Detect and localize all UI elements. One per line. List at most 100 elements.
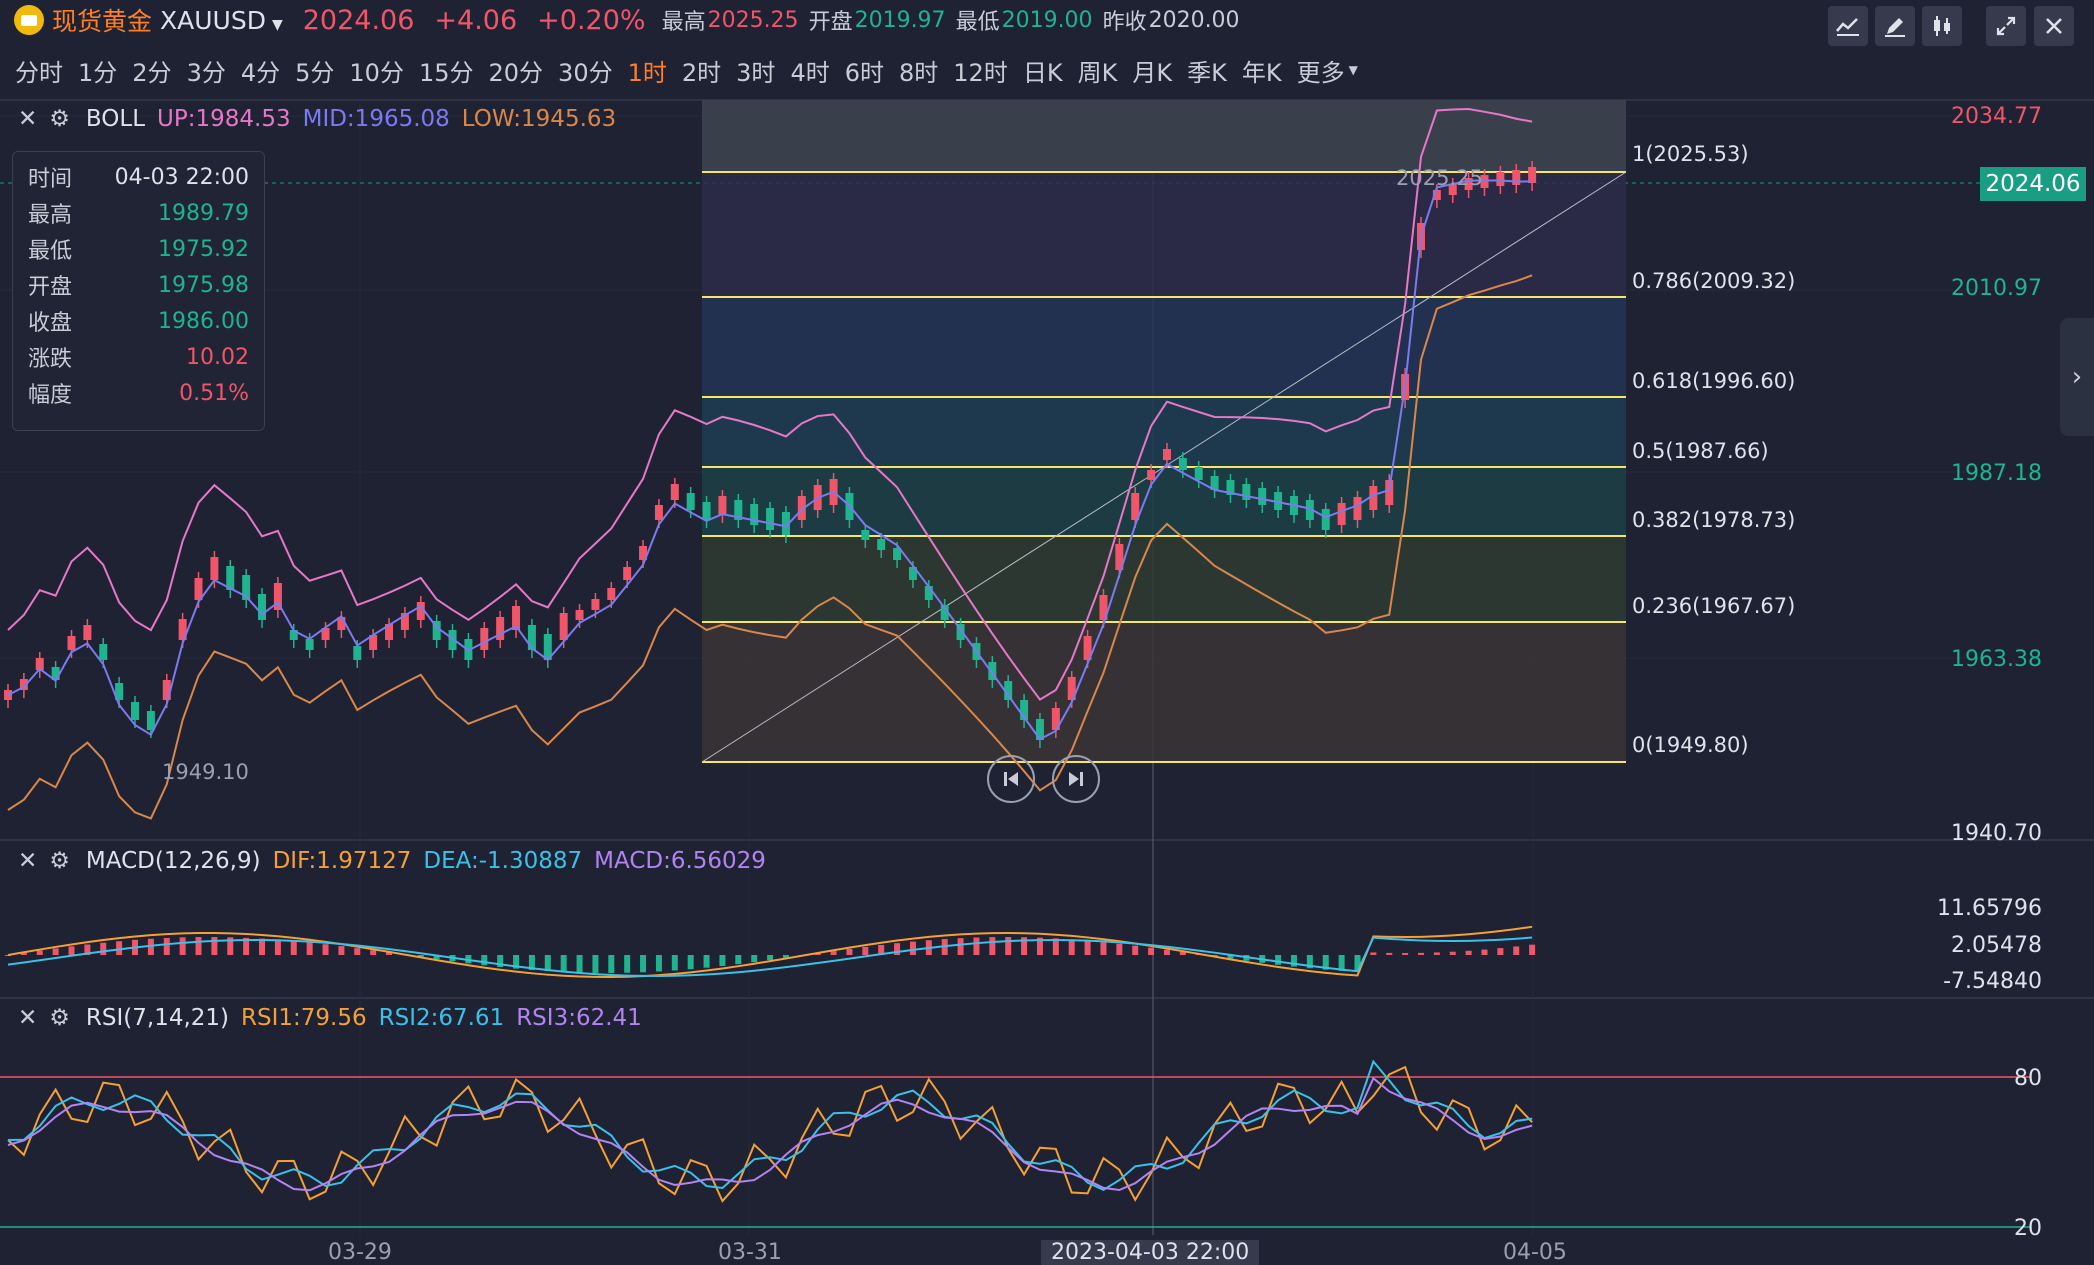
candle-body (179, 619, 187, 640)
timeframe-20[interactable]: 季K (1187, 53, 1227, 88)
macd-dea: DEA:-1.30887 (423, 848, 582, 874)
close-indicator-icon[interactable]: ✕ (18, 1005, 37, 1031)
timeframe-13[interactable]: 4时 (790, 53, 829, 88)
timeframe-7[interactable]: 15分 (419, 53, 474, 88)
gear-icon[interactable]: ⚙ (49, 106, 70, 132)
timeframe-1[interactable]: 1分 (78, 53, 117, 88)
timeframe-17[interactable]: 日K (1023, 53, 1063, 88)
draw-button[interactable] (1875, 6, 1915, 46)
candle-body (893, 548, 901, 560)
close-indicator-icon[interactable]: ✕ (18, 848, 37, 874)
tooltip-label: 涨跌 (28, 341, 72, 373)
macd-bar (211, 937, 217, 955)
symbol-label: XAUUSD (160, 6, 266, 35)
axis-price-3: 2010.97 (1951, 276, 2042, 301)
candle-body (560, 613, 568, 640)
candle-body (36, 658, 44, 670)
timeframe-5[interactable]: 5分 (295, 53, 334, 88)
instrument-name: 现货黄金 (52, 2, 152, 38)
timeframe-10[interactable]: 1时 (628, 53, 667, 88)
timeframe-18[interactable]: 周K (1078, 53, 1118, 88)
macd-dif: DIF:1.97127 (273, 848, 412, 874)
tooltip-row: 收盘1986.00 (28, 304, 249, 338)
timeframe-8[interactable]: 20分 (489, 53, 544, 88)
candle-body (1004, 681, 1012, 700)
timeframe-12[interactable]: 3时 (736, 53, 775, 88)
gear-icon[interactable]: ⚙ (49, 1005, 70, 1031)
candle-body (1401, 374, 1409, 400)
timeframe-15[interactable]: 8时 (899, 53, 938, 88)
macd-bar (1259, 955, 1265, 963)
price-chart[interactable] (0, 0, 2094, 1264)
candle-body (972, 643, 980, 660)
macd-bar (100, 943, 106, 955)
timeframe-2[interactable]: 2分 (132, 53, 171, 88)
macd-bar (1037, 938, 1043, 955)
side-panel-toggle[interactable]: › (2060, 318, 2094, 436)
macd-bar (1227, 955, 1233, 959)
timeframe-16[interactable]: 12时 (953, 53, 1008, 88)
fib-zone (702, 622, 1626, 762)
macd-bar (1339, 955, 1345, 971)
macd-bar (1085, 941, 1091, 955)
candle-body (1353, 497, 1361, 520)
macd-bar (1354, 955, 1360, 972)
macd-bar (1370, 952, 1376, 955)
fullscreen-button[interactable] (1986, 6, 2026, 46)
timeframe-6[interactable]: 10分 (349, 53, 404, 88)
close-button[interactable] (2034, 6, 2074, 46)
candle-body (703, 502, 711, 520)
macd-bar (767, 955, 773, 960)
current-price-tag: 2024.06 (1980, 167, 2086, 201)
gear-icon[interactable]: ⚙ (49, 848, 70, 874)
timeframe-22[interactable]: 更多 (1297, 53, 1345, 88)
macd-bar (370, 950, 376, 955)
candle-body (988, 662, 996, 680)
macd-bar (1164, 950, 1170, 955)
candle-body (1306, 500, 1314, 520)
timeframe-9[interactable]: 30分 (558, 53, 613, 88)
timeframe-0[interactable]: 分时 (15, 53, 63, 88)
candle-settings-button[interactable] (1922, 6, 1962, 46)
candle-body (322, 628, 330, 640)
candle-body (337, 617, 345, 630)
timeframe-19[interactable]: 月K (1132, 53, 1172, 88)
macd-bar (1323, 955, 1329, 970)
timeframe-11[interactable]: 2时 (682, 53, 721, 88)
macd-bar (1402, 953, 1408, 955)
candle-body (1131, 493, 1139, 520)
candle-body (147, 711, 155, 730)
macd-bar (1513, 946, 1519, 955)
tooltip-label: 最低 (28, 233, 72, 265)
macd-bar (434, 955, 440, 959)
macd-bar (354, 948, 360, 955)
macd-bar (704, 955, 710, 968)
candle-body (1274, 492, 1282, 510)
chevron-down-icon: ▼ (1349, 63, 1358, 77)
macd-bar (1180, 952, 1186, 955)
candle-body (1528, 167, 1536, 183)
prev-button[interactable] (987, 755, 1035, 803)
candle-body (258, 594, 266, 620)
candle-body (1258, 488, 1266, 505)
rsi1-line (8, 1067, 1532, 1201)
timeframe-4[interactable]: 4分 (241, 53, 280, 88)
close-indicator-icon[interactable]: ✕ (18, 106, 37, 132)
tooltip-row: 最高1989.79 (28, 196, 249, 230)
timeframe-14[interactable]: 6时 (845, 53, 884, 88)
timeframe-21[interactable]: 年K (1242, 53, 1282, 88)
tooltip-label: 开盘 (28, 269, 72, 301)
candle-body (687, 493, 695, 510)
symbol-select[interactable]: XAUUSD ▼ (160, 6, 283, 35)
prev-close-value: 2020.00 (1149, 8, 1240, 33)
tooltip-row: 幅度0.51% (28, 376, 249, 410)
timeframe-3[interactable]: 3分 (187, 53, 226, 88)
chevron-down-icon: ▼ (272, 17, 283, 33)
rsi-axis-20: 20 (2014, 1216, 2042, 1241)
macd-bar (227, 937, 233, 955)
macd-axis-3: -7.54840 (1943, 969, 2042, 994)
next-button[interactable] (1052, 755, 1100, 803)
candle-body (417, 602, 425, 620)
macd-bar (1386, 953, 1392, 955)
line-tool-button[interactable] (1828, 6, 1868, 46)
